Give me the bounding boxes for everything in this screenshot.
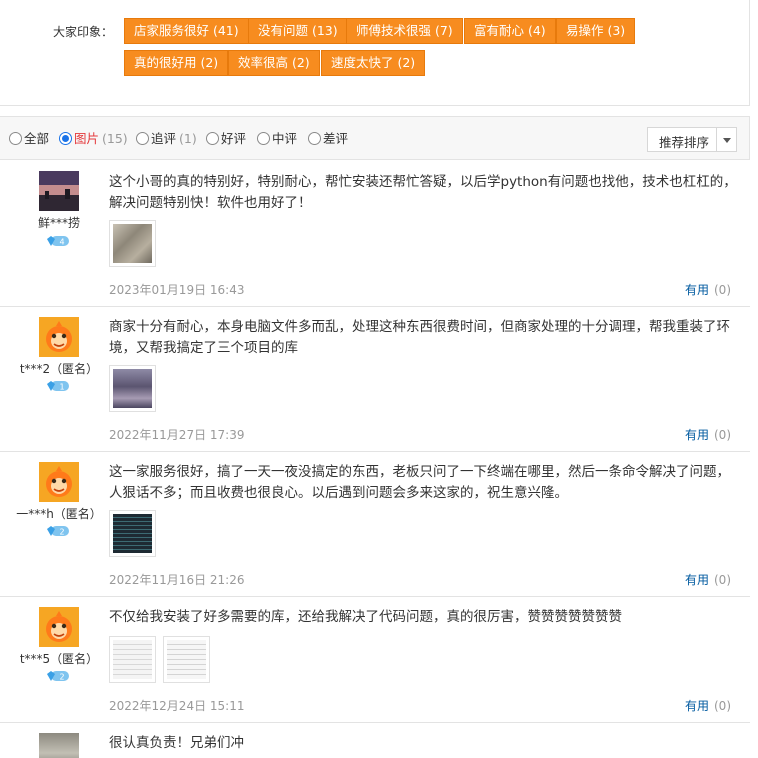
filter-label: 好评	[221, 131, 247, 146]
useful-label: 有用	[684, 699, 709, 713]
impression-tag[interactable]: 师傅技术很强 (7)	[346, 18, 463, 44]
impression-tag[interactable]: 没有问题 (13)	[248, 18, 348, 44]
username: 一***h（匿名）	[16, 507, 102, 521]
member-badge-icon: 2	[47, 671, 69, 682]
useful-label: 有用	[684, 573, 709, 587]
sort-dropdown[interactable]: 推荐排序	[647, 127, 737, 152]
user-avatar[interactable]	[39, 317, 79, 357]
filter-count: (1)	[179, 131, 197, 146]
user-avatar[interactable]	[39, 462, 79, 502]
impression-tag[interactable]: 速度太快了 (2)	[321, 50, 426, 76]
review-item: t***2（匿名） 1 商家十分有耐心，本身电脑文件多而乱，处理这种东西很费时间…	[0, 307, 750, 452]
sort-label: 推荐排序	[659, 135, 710, 150]
user-avatar[interactable]	[39, 171, 79, 211]
caret-down-icon[interactable]	[723, 138, 731, 143]
review-image	[113, 224, 152, 263]
useful-button[interactable]: 有用 (0)	[685, 697, 731, 714]
review-date: 2022年12月24日 15:11	[109, 699, 245, 713]
impression-tag[interactable]: 效率很高 (2)	[228, 50, 320, 76]
useful-button[interactable]: 有用 (0)	[685, 281, 731, 298]
review-image	[113, 640, 152, 679]
radio-icon[interactable]	[136, 132, 149, 145]
useful-label: 有用	[684, 283, 709, 297]
review-image	[113, 514, 152, 553]
review-content: 不仅给我安装了好多需要的库，还给我解决了代码问题，真的很厉害，赞赞赞赞赞赞赞	[109, 609, 622, 625]
filter-images[interactable]: 图片 (15)	[59, 129, 128, 149]
filter-label: 图片	[74, 131, 100, 146]
badge-level: 2	[59, 528, 64, 537]
review-image-thumb[interactable]	[109, 636, 156, 683]
useful-count: (0)	[714, 428, 731, 442]
review-content: 这个小哥的真的特别好，特别耐心，帮忙安装还帮忙答疑，以后学python有问题也找…	[109, 174, 737, 211]
review-image-thumb[interactable]	[163, 636, 210, 683]
review-filter-bar: 全部 图片 (15) 追评 (1) 好评 中评 差评 推荐排序	[0, 116, 750, 160]
useful-count: (0)	[714, 283, 731, 297]
impression-tag[interactable]: 真的很好用 (2)	[124, 50, 229, 76]
member-badge-icon: 4	[47, 236, 69, 247]
sort-divider	[716, 128, 717, 151]
member-badge-icon: 1	[47, 381, 69, 392]
impression-tag[interactable]: 店家服务很好 (41)	[124, 18, 249, 44]
impression-tag[interactable]: 富有耐心 (4)	[464, 18, 556, 44]
username: t***5（匿名）	[19, 652, 99, 666]
review-content: 很认真负责！兄弟们冲	[109, 735, 244, 751]
username: t***2（匿名）	[19, 362, 99, 376]
radio-icon[interactable]	[9, 132, 22, 145]
radio-icon[interactable]	[308, 132, 321, 145]
photo-avatar-icon	[39, 171, 79, 211]
member-badge-icon: 2	[47, 526, 69, 537]
review-item: 很认真负责！兄弟们冲	[0, 723, 750, 758]
review-image-thumb[interactable]	[109, 365, 156, 412]
impressions-panel: 大家印象： 店家服务很好 (41) 没有问题 (13) 师傅技术很强 (7) 富…	[0, 0, 750, 106]
user-avatar[interactable]	[39, 733, 79, 758]
useful-button[interactable]: 有用 (0)	[685, 426, 731, 443]
user-avatar[interactable]	[39, 607, 79, 647]
badge-level: 1	[59, 383, 64, 392]
impressions-label: 大家印象：	[53, 25, 114, 39]
badge-level: 4	[59, 238, 64, 247]
filter-count: (15)	[102, 131, 128, 146]
filter-followup[interactable]: 追评 (1)	[136, 129, 197, 149]
review-item: t***5（匿名） 2 不仅给我安装了好多需要的库，还给我解决了代码问题，真的很…	[0, 597, 750, 723]
filter-negative[interactable]: 差评	[308, 129, 348, 149]
badge-level: 2	[59, 673, 64, 682]
filter-neutral[interactable]: 中评	[257, 129, 297, 149]
review-image-thumb[interactable]	[109, 220, 156, 267]
review-date: 2022年11月16日 21:26	[109, 573, 245, 587]
review-item: 一***h（匿名） 2 这一家服务很好，搞了一天一夜没搞定的东西，老板只问了一下…	[0, 452, 750, 597]
useful-label: 有用	[684, 428, 709, 442]
useful-button[interactable]: 有用 (0)	[685, 571, 731, 588]
review-item: 鲜***捞 4 这个小哥的真的特别好，特别耐心，帮忙安装还帮忙答疑，以后学pyt…	[0, 161, 750, 307]
filter-label: 全部	[24, 131, 50, 146]
mascot-avatar-icon	[39, 462, 79, 502]
useful-count: (0)	[714, 699, 731, 713]
mascot-avatar-icon	[39, 317, 79, 357]
mascot-avatar-icon	[39, 607, 79, 647]
review-date: 2022年11月27日 17:39	[109, 428, 245, 442]
radio-icon[interactable]	[206, 132, 219, 145]
filter-all[interactable]: 全部	[9, 129, 49, 149]
impression-tag[interactable]: 易操作 (3)	[556, 18, 636, 44]
review-image	[167, 640, 206, 679]
filter-label: 中评	[272, 131, 298, 146]
username: 鲜***捞	[37, 216, 80, 230]
radio-icon[interactable]	[257, 132, 270, 145]
review-image-thumb[interactable]	[109, 510, 156, 557]
filter-label: 差评	[323, 131, 349, 146]
radio-selected-icon[interactable]	[59, 132, 72, 145]
useful-count: (0)	[714, 573, 731, 587]
review-content: 这一家服务很好，搞了一天一夜没搞定的东西，老板只问了一下终端在哪里，然后一条命令…	[109, 464, 730, 501]
review-date: 2023年01月19日 16:43	[109, 283, 245, 297]
review-image	[113, 369, 152, 408]
filter-positive[interactable]: 好评	[206, 129, 246, 149]
filter-label: 追评	[151, 131, 177, 146]
review-content: 商家十分有耐心，本身电脑文件多而乱，处理这种东西很费时间，但商家处理的十分调理，…	[109, 319, 730, 356]
